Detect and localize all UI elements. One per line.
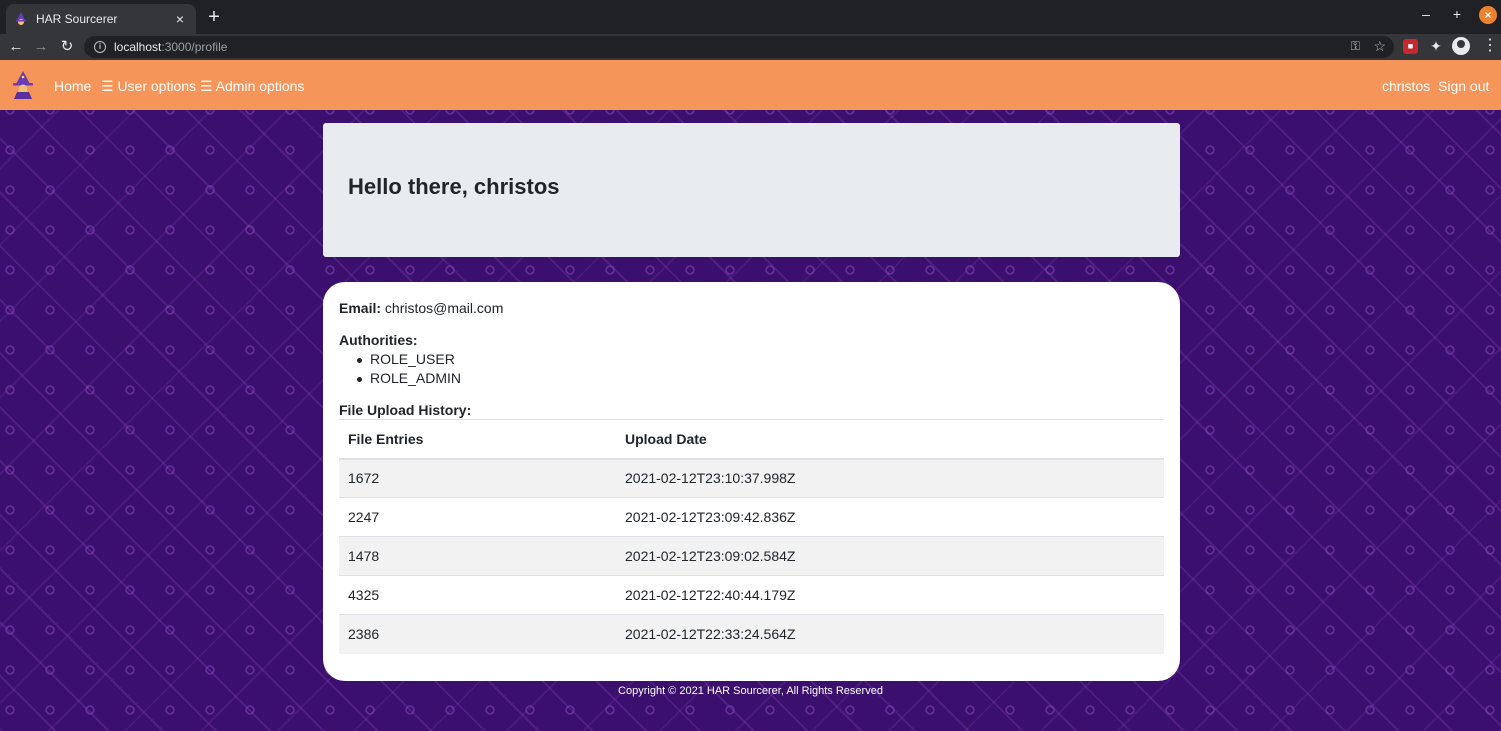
key-icon[interactable]: ⚿ [1351,39,1360,54]
nav-user-options-menu[interactable]: ☰ User options [101,78,196,95]
extension-icon[interactable]: ■ [1403,39,1418,54]
close-window-button[interactable]: × [1479,6,1497,24]
email-row: Email: christos@mail.com [339,300,503,316]
file-entries-cell: 1478 [339,536,616,576]
puzzle-extensions-icon[interactable]: ✦ [1428,38,1444,55]
kebab-menu-icon[interactable]: ⋮ [1482,37,1498,55]
upload-date-cell: 2021-02-12T23:10:37.998Z [616,458,1164,498]
wizard-favicon-icon [16,12,26,25]
upload-date-cell: 2021-02-12T22:40:44.179Z [616,575,1164,615]
nav-username-link[interactable]: christos [1382,78,1430,94]
maximize-window-button[interactable]: + [1449,6,1465,22]
table-row: 4325 2021-02-12T22:40:44.179Z [339,575,1164,615]
reload-icon[interactable]: ↻ [57,37,77,57]
new-tab-button[interactable]: + [204,7,224,27]
file-entries-cell: 1672 [339,458,616,498]
profile-avatar-icon[interactable] [1452,37,1470,55]
tab-close-icon[interactable]: × [172,11,188,27]
nav-admin-options-menu[interactable]: ☰ Admin options [200,78,304,95]
file-entries-cell: 4325 [339,575,616,615]
table-header-row: File Entries Upload Date [339,419,1164,460]
nav-home-link[interactable]: Home [54,78,91,94]
browser-tab-bar: HAR Sourcerer × + – + × [0,0,1501,34]
upload-date-cell: 2021-02-12T22:33:24.564Z [616,614,1164,654]
info-icon[interactable]: i [94,41,106,53]
address-bar[interactable]: i localhost:3000/profile ⚿ ☆ [84,36,1394,58]
sign-out-link[interactable]: Sign out [1438,78,1489,94]
bookmark-star-icon[interactable]: ☆ [1373,38,1386,55]
table-row: 2386 2021-02-12T22:33:24.564Z [339,614,1164,654]
upload-date-cell: 2021-02-12T23:09:02.584Z [616,536,1164,576]
wizard-logo-icon[interactable] [10,71,36,99]
tab-title: HAR Sourcerer [36,12,118,26]
file-entries-cell: 2247 [339,497,616,537]
profile-card: Email: christos@mail.com Authorities: RO… [323,282,1180,681]
list-item: ROLE_ADMIN [355,369,461,388]
list-item: ROLE_USER [355,350,461,369]
table-row: 1478 2021-02-12T23:09:02.584Z [339,536,1164,576]
back-arrow-icon[interactable]: ← [6,37,26,57]
authorities-label: Authorities: [339,332,418,348]
column-header-upload-date: Upload Date [616,419,1164,460]
upload-history-table: File Entries Upload Date 1672 2021-02-12… [339,419,1164,654]
forward-arrow-icon[interactable]: → [31,37,51,57]
page-title: Hello there, christos [348,174,560,199]
email-label: Email: [339,300,382,316]
url-host: localhost [114,40,162,54]
table-row: 1672 2021-02-12T23:10:37.998Z [339,458,1164,498]
footer-copyright: Copyright © 2021 HAR Sourcerer, All Righ… [618,685,883,697]
table-row: 2247 2021-02-12T23:09:42.836Z [339,497,1164,537]
browser-tab[interactable]: HAR Sourcerer × [6,4,196,34]
page-background: Home ☰ User options ☰ Admin options chri… [0,60,1501,731]
file-entries-cell: 2386 [339,614,616,654]
upload-history-label: File Upload History: [339,402,472,418]
url-path: :3000/profile [161,40,228,54]
authorities-list: ROLE_USER ROLE_ADMIN [355,350,461,388]
minimize-window-button[interactable]: – [1418,6,1434,22]
column-header-file-entries: File Entries [339,419,616,460]
browser-toolbar: ← → ↻ i localhost:3000/profile ⚿ ☆ [0,34,1501,60]
site-navbar: Home ☰ User options ☰ Admin options chri… [0,60,1501,110]
upload-date-cell: 2021-02-12T23:09:42.836Z [616,497,1164,537]
email-value: christos@mail.com [381,300,504,316]
greeting-banner: Hello there, christos [323,123,1180,257]
